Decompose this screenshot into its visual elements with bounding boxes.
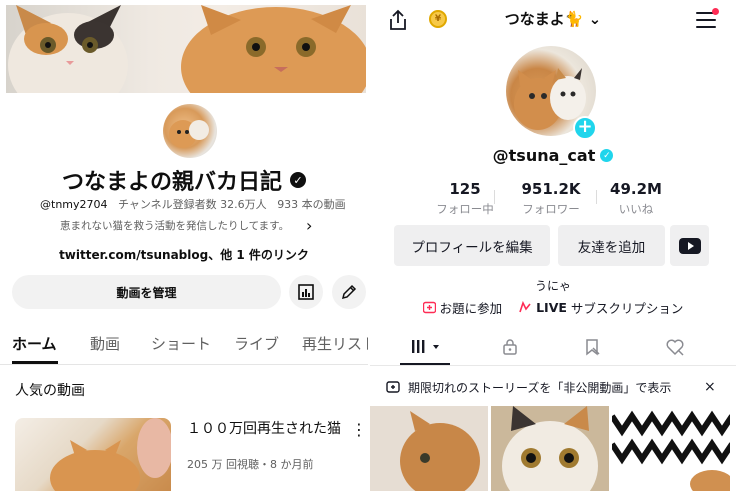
stat-value: 49.2M bbox=[610, 180, 662, 198]
video-title[interactable]: １００万回再生された猫 bbox=[187, 420, 347, 438]
subscriber-count: チャンネル登録者数 32.6万人 bbox=[118, 198, 267, 211]
more-vert-icon[interactable]: ⋮ bbox=[351, 420, 367, 439]
expired-stories-text: 期限切れのストーリーズを「非公開動画」で表示 bbox=[408, 380, 672, 395]
lock-icon bbox=[503, 339, 517, 355]
video-count: 933 本の動画 bbox=[277, 198, 346, 211]
hamburger-menu-icon[interactable] bbox=[696, 12, 716, 33]
profile-name-dropdown[interactable]: つなまよ🐈 ⌄ bbox=[370, 8, 736, 29]
live-label: LIVE bbox=[536, 300, 567, 315]
close-icon[interactable]: × bbox=[704, 379, 716, 395]
live-subscription-link[interactable]: LIVE サブスクリプション bbox=[518, 298, 683, 317]
channel-avatar[interactable] bbox=[163, 104, 217, 158]
edit-profile-button[interactable]: プロフィールを編集 bbox=[394, 225, 550, 266]
add-avatar-plus-icon[interactable]: + bbox=[573, 116, 597, 140]
analytics-button[interactable] bbox=[289, 275, 323, 309]
video-grid-item[interactable] bbox=[491, 406, 609, 491]
heart-icon bbox=[666, 339, 684, 356]
tab-shorts[interactable]: ショート bbox=[151, 333, 211, 354]
channel-banner-image bbox=[6, 5, 366, 93]
tab-private[interactable] bbox=[499, 336, 521, 358]
bookmark-icon bbox=[586, 339, 600, 356]
expired-stories-banner[interactable]: 期限切れのストーリーズを「非公開動画」で表示 × bbox=[370, 372, 736, 402]
verified-badge-icon: ✓ bbox=[600, 149, 614, 162]
video-thumbnail[interactable] bbox=[15, 418, 171, 491]
edit-channel-button[interactable] bbox=[332, 275, 366, 309]
live-subscription-icon bbox=[519, 301, 531, 313]
channel-name: つなまよの親バカ日記 bbox=[61, 170, 282, 195]
stat-label: いいね bbox=[618, 202, 654, 216]
notification-dot bbox=[712, 8, 719, 15]
section-title: 人気の動画 bbox=[15, 383, 85, 399]
profile-handle-row: @tsuna_cat ✓ bbox=[370, 146, 736, 165]
profile-name: つなまよ🐈 bbox=[504, 10, 584, 28]
stat-likes[interactable]: 49.2M いいね bbox=[581, 180, 691, 217]
channel-handle: @tnmy2704 bbox=[40, 198, 108, 211]
tab-playlists[interactable]: 再生リスト bbox=[302, 333, 368, 354]
profile-bio: うにゃ bbox=[534, 279, 571, 293]
tab-live[interactable]: ライブ bbox=[234, 333, 279, 354]
active-tab-indicator bbox=[400, 363, 450, 365]
active-tab-indicator bbox=[12, 361, 58, 364]
youtube-channel-panel: つなまよの親バカ日記 ✓ @tnmy2704 チャンネル登録者数 32.6万人 … bbox=[0, 0, 368, 491]
chevron-right-icon[interactable]: › bbox=[306, 216, 312, 235]
topic-link-label: お題に参加 bbox=[439, 301, 503, 316]
channel-tabs: ホーム 動画 ショート ライブ 再生リスト bbox=[0, 325, 368, 365]
video-meta: 205 万 回視聴・8 か月前 bbox=[187, 458, 314, 471]
analytics-icon bbox=[298, 284, 314, 300]
channel-link[interactable]: twitter.com/tsunablog、他 1 件のリンク bbox=[0, 246, 368, 263]
tab-videos[interactable]: 動画 bbox=[90, 333, 120, 354]
add-friends-button[interactable]: 友達を追加 bbox=[558, 225, 665, 266]
channel-title: つなまよの親バカ日記 ✓ bbox=[0, 164, 368, 196]
tab-liked[interactable] bbox=[664, 336, 686, 358]
channel-description[interactable]: 恵まれない猫を救う活動を発信したりしてます。 bbox=[60, 218, 289, 233]
video-grid-item[interactable] bbox=[612, 406, 730, 491]
tab-videos-grid[interactable] bbox=[408, 336, 448, 358]
topic-link[interactable]: お題に参加 bbox=[422, 298, 503, 317]
youtube-icon bbox=[678, 237, 701, 254]
pencil-icon bbox=[341, 284, 357, 300]
grid-icon bbox=[412, 340, 439, 353]
verified-badge-icon: ✓ bbox=[290, 172, 306, 188]
tab-saved[interactable] bbox=[581, 336, 603, 358]
tab-home[interactable]: ホーム bbox=[12, 333, 57, 354]
subscription-label: サブスクリプション bbox=[570, 301, 684, 316]
channel-meta: @tnmy2704 チャンネル登録者数 32.6万人 933 本の動画 bbox=[40, 196, 346, 212]
tiktok-profile-panel: ¥ つなまよ🐈 ⌄ + @tsuna_cat ✓ 125 フォロー中 951.2… bbox=[370, 0, 736, 491]
stat-separator bbox=[494, 190, 495, 204]
story-icon bbox=[386, 381, 400, 393]
chevron-down-icon: ⌄ bbox=[588, 10, 602, 28]
profile-content-tabs bbox=[370, 328, 736, 366]
youtube-link-button[interactable] bbox=[670, 225, 709, 266]
profile-links: お題に参加 LIVE サブスクリプション bbox=[370, 298, 736, 317]
video-grid-item[interactable] bbox=[370, 406, 488, 491]
profile-handle: @tsuna_cat bbox=[492, 146, 596, 165]
topic-plus-icon bbox=[422, 301, 436, 314]
manage-videos-button[interactable]: 動画を管理 bbox=[12, 275, 281, 309]
